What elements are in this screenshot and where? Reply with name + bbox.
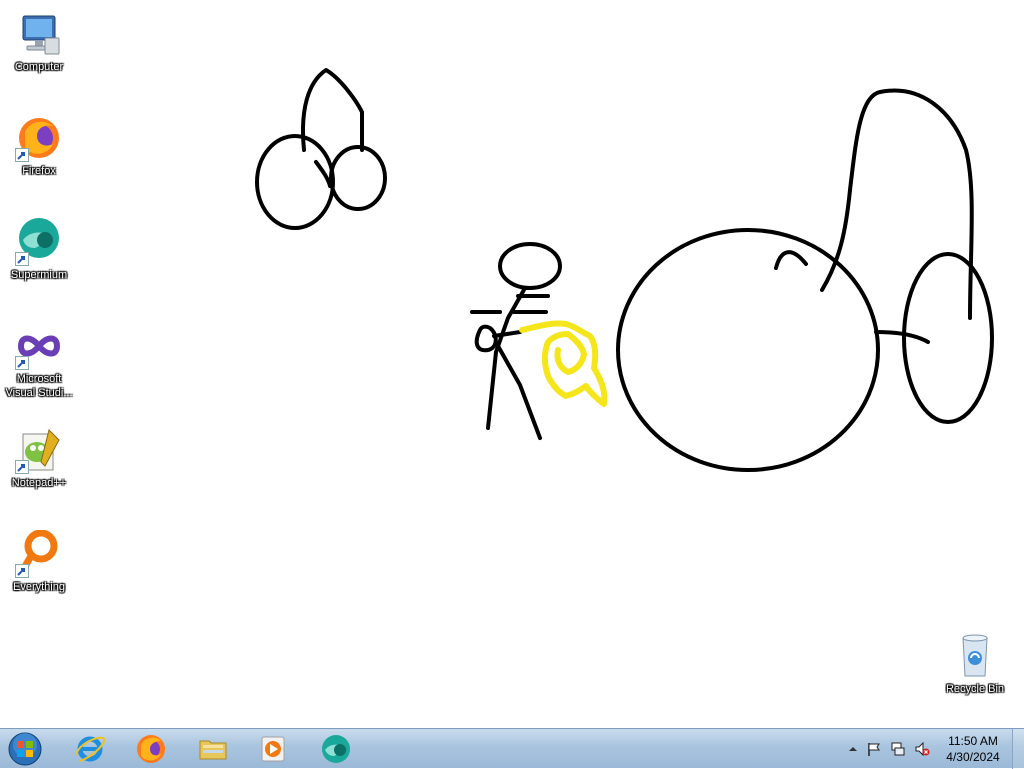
chevron-up-icon <box>849 747 857 751</box>
shortcut-arrow-icon <box>15 148 29 162</box>
taskbar: 11:50 AM 4/30/2024 <box>0 728 1024 769</box>
clock-date: 4/30/2024 <box>946 750 1000 764</box>
desktop-icon-everything[interactable]: Everything <box>1 530 77 594</box>
desktop-icon-label: Notepad++ <box>11 477 67 489</box>
desktop-icon-firefox[interactable]: Firefox <box>1 114 77 178</box>
clock-time: 11:50 AM <box>948 734 998 748</box>
firefox-icon <box>137 735 165 763</box>
taskbar-supermium[interactable] <box>312 731 360 767</box>
stick-figure-head <box>498 242 562 290</box>
show-hidden-icons-arrow[interactable] <box>845 741 861 757</box>
desktop-icon-label: Supermium <box>10 269 68 281</box>
wallpaper-drawing <box>255 68 994 472</box>
action-center-flag-icon[interactable] <box>866 741 882 757</box>
shortcut-arrow-icon <box>15 356 29 370</box>
ie-icon <box>75 736 106 762</box>
desktop-icon-label: Computer <box>14 61 64 73</box>
desktop[interactable]: Computer Firefox Supermium Microsoft Vis… <box>0 0 1024 728</box>
desktop-icon-label: Firefox <box>22 165 56 177</box>
shortcut-arrow-icon <box>15 252 29 266</box>
desktop-icon-supermium[interactable]: Supermium <box>1 218 77 282</box>
network-icon[interactable] <box>890 741 906 757</box>
start-button[interactable] <box>6 731 44 767</box>
taskbar-media-player[interactable] <box>249 731 297 767</box>
desktop-icon-notepadpp[interactable]: Notepad++ <box>1 426 77 490</box>
desktop-icon-label: Recycle Bin <box>945 683 1005 695</box>
shortcut-arrow-icon <box>15 564 29 578</box>
taskbar-internet-explorer[interactable] <box>66 731 114 767</box>
desktop-icon-label: Everything <box>13 581 65 593</box>
doodle-left-circle <box>255 134 335 230</box>
volume-muted-icon[interactable] <box>914 741 930 757</box>
desktop-icon-visual-studio[interactable]: Microsoft Visual Studi... <box>1 322 77 400</box>
desktop-icon-computer[interactable]: Computer <box>1 10 77 74</box>
shortcut-arrow-icon <box>15 460 29 474</box>
taskbar-clock[interactable]: 11:50 AM 4/30/2024 <box>936 733 1010 765</box>
supermium-icon <box>322 735 350 763</box>
taskbar-firefox[interactable] <box>127 731 175 767</box>
media-player-icon <box>261 736 285 762</box>
taskbar-windows-explorer[interactable] <box>189 731 237 767</box>
desktop-icon-label: Microsoft Visual Studi... <box>5 373 73 399</box>
doodle-stem <box>301 68 364 152</box>
show-desktop-button[interactable] <box>1012 729 1024 769</box>
computer-icon <box>22 15 60 55</box>
desktop-icon-recycle-bin[interactable]: Recycle Bin <box>937 632 1013 696</box>
folder-icon <box>199 740 227 760</box>
doodle-big-circle <box>616 228 880 472</box>
recycle-bin-icon <box>962 634 988 677</box>
windows-start-icon <box>8 732 42 766</box>
doodle-yellow-scribble <box>519 320 608 407</box>
doodle-tall-stem <box>820 88 974 320</box>
doodle-right-circle <box>329 145 387 211</box>
